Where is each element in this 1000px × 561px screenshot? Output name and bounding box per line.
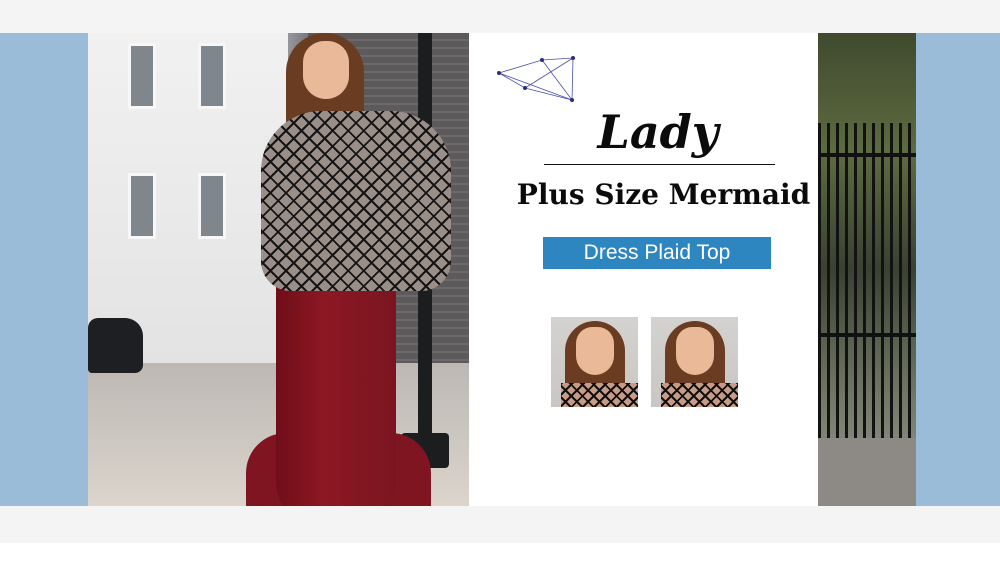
window (128, 173, 156, 239)
model-figure (166, 33, 466, 506)
title-main: Plus Size Mermaid (516, 178, 811, 211)
window (128, 43, 156, 109)
iron-fence (818, 123, 916, 468)
fence-rail (818, 153, 916, 157)
geometric-line-icon (497, 56, 575, 102)
top-band (0, 0, 1000, 33)
left-blue-panel (0, 33, 88, 506)
sidewalk (818, 438, 916, 506)
thumb-face (676, 327, 714, 375)
product-tag[interactable]: Dress Plaid Top (543, 237, 771, 269)
model-photo[interactable] (88, 33, 469, 506)
text-panel: Lady Plus Size Mermaid Dress Plaid Top (469, 33, 818, 506)
thumb-face (576, 327, 614, 375)
car (88, 318, 143, 373)
right-blue-panel (916, 33, 1000, 506)
bottom-margin (0, 543, 1000, 561)
title-divider (544, 164, 775, 165)
title-script: Lady (597, 105, 719, 159)
model-face (303, 41, 349, 99)
thumb-lace (661, 383, 738, 407)
bottom-band (0, 506, 1000, 543)
thumbnail-face-1[interactable] (551, 317, 638, 407)
thumb-lace (561, 383, 638, 407)
lace-cape (261, 111, 451, 291)
fence-photo (818, 33, 916, 506)
thumbnail-face-2[interactable] (651, 317, 738, 407)
fence-rail (818, 333, 916, 337)
